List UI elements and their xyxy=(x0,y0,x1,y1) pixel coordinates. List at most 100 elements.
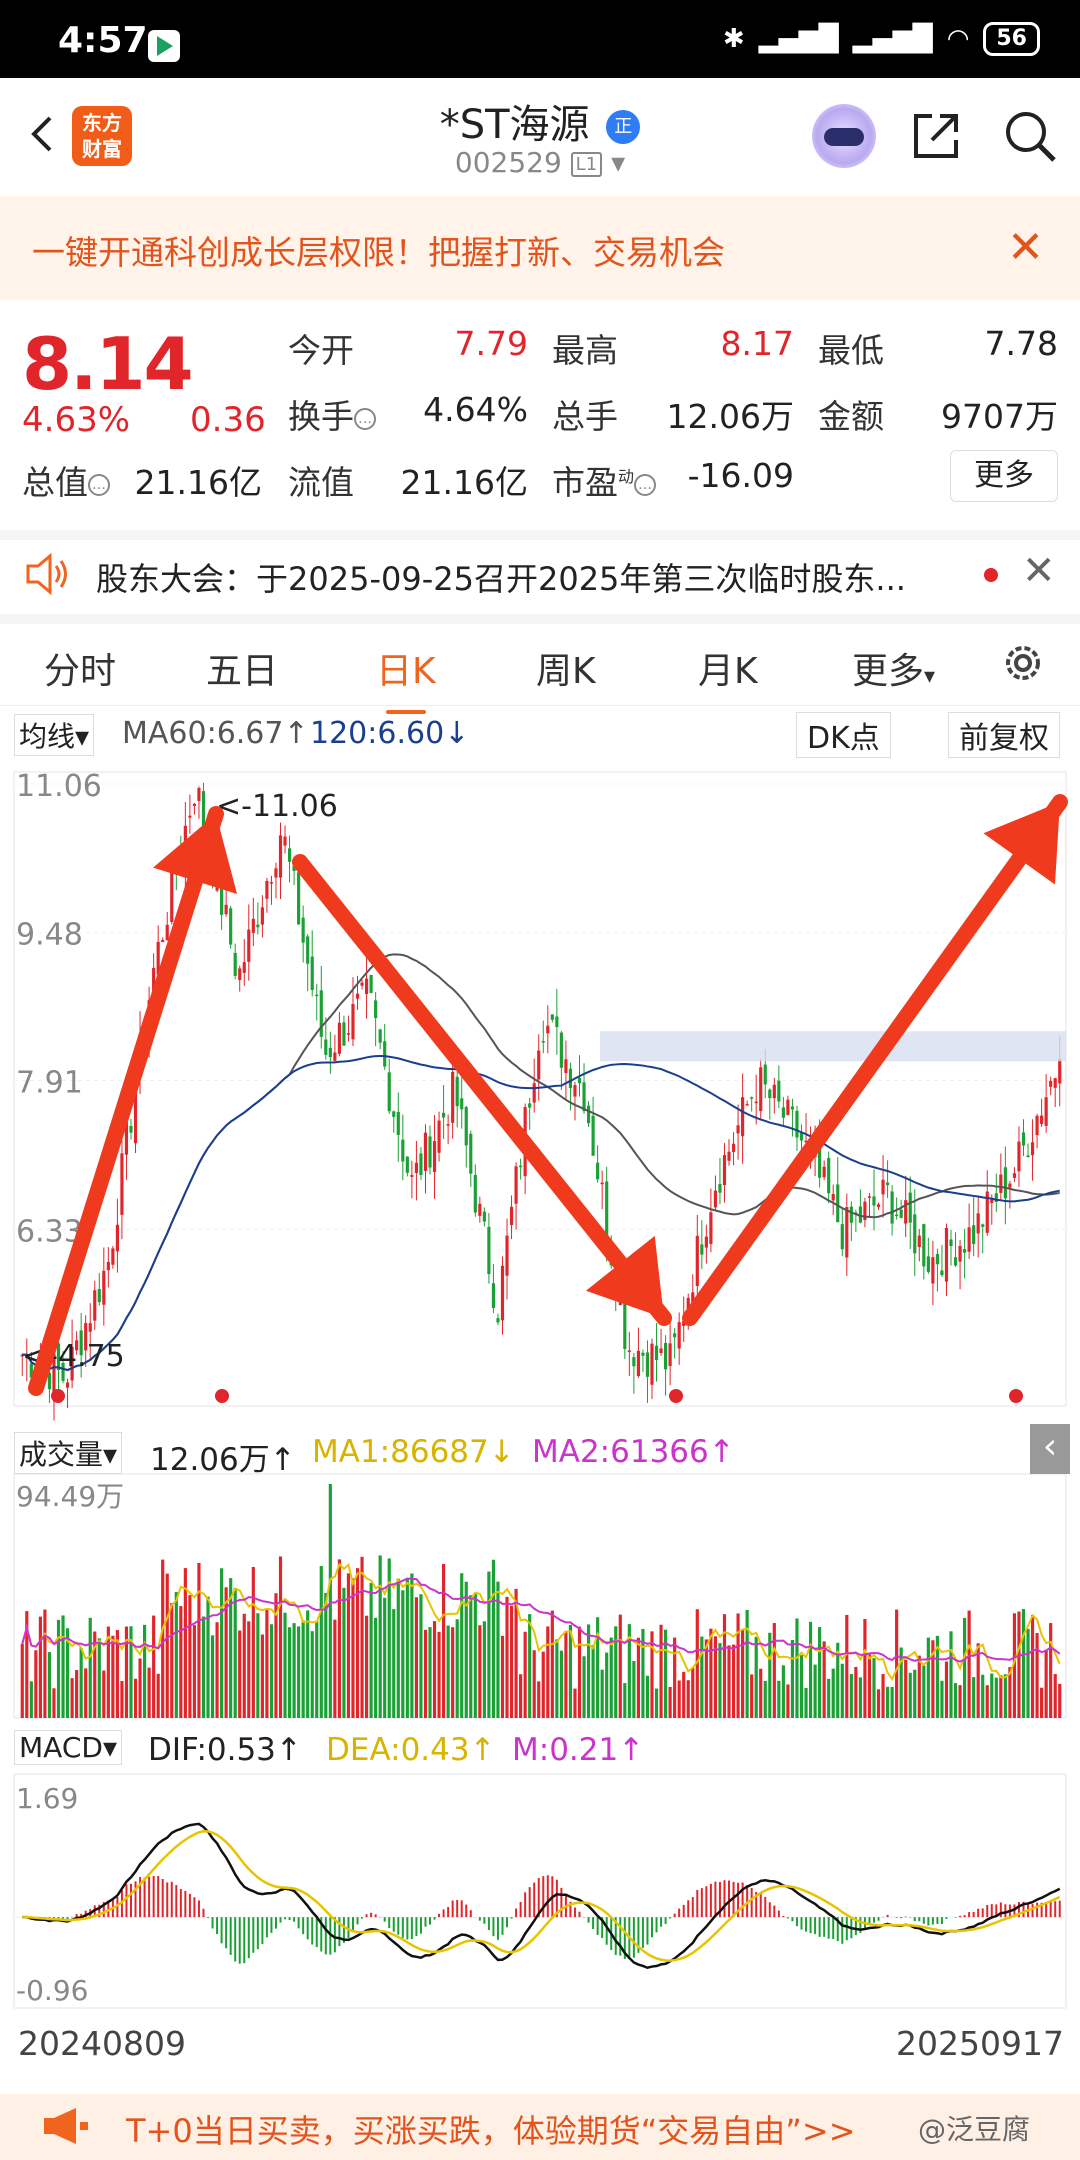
volume-bar xyxy=(668,1686,672,1718)
volume-bar xyxy=(609,1637,613,1718)
volume-bar xyxy=(745,1609,749,1718)
volume-bar xyxy=(491,1559,496,1718)
ma60-text: MA60:6.67 xyxy=(122,716,284,751)
candle-body xyxy=(908,1192,912,1223)
volume-bar xyxy=(840,1663,844,1718)
gear-icon[interactable] xyxy=(998,638,1048,688)
candle-body xyxy=(473,1175,477,1213)
pe-sup: 动 xyxy=(618,467,635,486)
volume-bar xyxy=(351,1578,355,1718)
volume-bar xyxy=(1021,1609,1026,1718)
candle-body xyxy=(274,868,278,878)
info-icon[interactable]: … xyxy=(354,407,376,430)
candle-body xyxy=(890,1191,894,1224)
more-button[interactable]: 更多 xyxy=(950,450,1058,502)
volume-bar xyxy=(795,1618,799,1718)
candle-body xyxy=(745,1104,749,1106)
volume-bar xyxy=(287,1627,292,1718)
search-icon[interactable] xyxy=(1002,108,1058,164)
volume-legend-bar: 成交量▾ 12.06万↑ MA1:86687↓ MA2:61366↑ xyxy=(0,1424,1080,1478)
volume-bar xyxy=(242,1613,246,1718)
volume-bar xyxy=(319,1566,323,1718)
volume-bar xyxy=(179,1606,183,1718)
tab-weekly-k[interactable]: 周K xyxy=(536,642,596,694)
volume-bar xyxy=(582,1656,586,1718)
volume-bar xyxy=(84,1668,88,1718)
tab-more[interactable]: 更多▾ xyxy=(852,642,935,694)
candle-body xyxy=(963,1249,967,1253)
indicator-select[interactable]: 均线▾ xyxy=(14,714,95,756)
tab-five-day[interactable]: 五日 xyxy=(206,642,278,694)
app-header: 东方 财富 *ST海源 正 002529 L1 ▾ xyxy=(0,78,1080,196)
candle-body xyxy=(713,1190,718,1208)
volume-bar xyxy=(863,1619,867,1718)
volume-bar xyxy=(70,1678,74,1718)
kline-chart[interactable]: 11.069.487.916.33<-11.06<-4.7594.49万1.69… xyxy=(0,758,1080,2038)
collapse-panel-button[interactable]: ‹ xyxy=(1030,1424,1070,1474)
macd-select[interactable]: MACD▾ xyxy=(14,1730,122,1765)
candle-body xyxy=(722,1154,727,1186)
volume-bar xyxy=(328,1484,332,1718)
adjust-button[interactable]: 前复权 xyxy=(948,712,1060,758)
candle-body xyxy=(455,1076,459,1107)
value-open: 7.79 xyxy=(454,324,528,363)
volume-bar xyxy=(201,1616,206,1718)
candle-body xyxy=(913,1214,917,1254)
value-low: 7.78 xyxy=(984,324,1058,363)
volume-bar xyxy=(283,1612,287,1718)
info-icon[interactable]: … xyxy=(88,473,110,496)
candle-body xyxy=(881,1179,885,1195)
label-low: 最低 xyxy=(818,331,884,370)
promo-banner[interactable]: 一键开通科创成长层权限！把握打新、交易机会 ✕ xyxy=(0,196,1080,300)
candle-body xyxy=(414,1162,418,1174)
volume-select[interactable]: 成交量▾ xyxy=(14,1432,123,1474)
volume-bar xyxy=(845,1614,849,1718)
tab-intraday[interactable]: 分时 xyxy=(44,642,116,694)
tab-daily-k[interactable]: 日K xyxy=(376,642,436,714)
share-icon[interactable] xyxy=(910,110,962,162)
candle-body xyxy=(541,1040,545,1043)
value-turnover: 4.64% xyxy=(423,390,528,429)
volume-bar xyxy=(1040,1687,1044,1718)
date-start: 20240809 xyxy=(18,2024,186,2063)
candle-body xyxy=(627,1350,631,1352)
caret-down-icon: ▾ xyxy=(924,664,936,689)
volume-bar xyxy=(505,1596,509,1718)
candle-body xyxy=(106,1261,110,1271)
candle-body xyxy=(795,1110,799,1138)
volume-bar xyxy=(958,1685,962,1718)
close-icon[interactable]: ✕ xyxy=(1007,222,1044,273)
tab-monthly-k[interactable]: 月K xyxy=(698,642,758,694)
assistant-robot-icon[interactable] xyxy=(812,104,876,168)
volume-bar xyxy=(251,1566,255,1718)
candle-body xyxy=(115,1224,119,1252)
vol-ma2-text: MA2:61366 xyxy=(532,1434,709,1470)
candle-body xyxy=(1017,1141,1021,1172)
candle-body xyxy=(297,872,301,925)
bluetooth-icon: ✱ xyxy=(722,24,745,54)
notice-bar[interactable]: 股东大会：于2025-09-25召开2025年第三次临时股东... ✕ xyxy=(0,530,1080,606)
volume-bar xyxy=(315,1620,319,1718)
futures-promo-banner[interactable]: T+0当日买卖，买涨买跌，体验期货“交易自由”>> @泛豆腐 xyxy=(0,2094,1080,2160)
volume-bar xyxy=(686,1680,690,1718)
volume-bar xyxy=(831,1668,835,1718)
info-icon[interactable]: … xyxy=(634,473,657,496)
candle-body xyxy=(605,1181,609,1241)
candle-body xyxy=(668,1343,672,1367)
candle-body xyxy=(328,1047,332,1058)
candle-body xyxy=(736,1125,740,1134)
dk-point-button[interactable]: DK点 xyxy=(796,712,891,758)
candle-body xyxy=(1044,1097,1048,1126)
volume-bar xyxy=(161,1559,165,1718)
candle-body xyxy=(750,1097,754,1099)
volume-bar xyxy=(922,1665,926,1718)
volume-bar xyxy=(47,1652,52,1718)
volume-bar xyxy=(442,1563,446,1718)
candle-body xyxy=(636,1350,640,1377)
y-tick-label: 7.91 xyxy=(16,1066,83,1101)
notice-text: 股东大会：于2025-09-25召开2025年第三次临时股东... xyxy=(96,560,906,598)
chart-area[interactable]: 11.06 9.48 7.91 6.33 <-11.06 <-4.75 94.49万 1.69… xyxy=(0,758,1080,2038)
close-icon[interactable]: ✕ xyxy=(1022,548,1056,594)
volume-bar xyxy=(192,1625,197,1718)
candle-body xyxy=(88,1323,92,1332)
